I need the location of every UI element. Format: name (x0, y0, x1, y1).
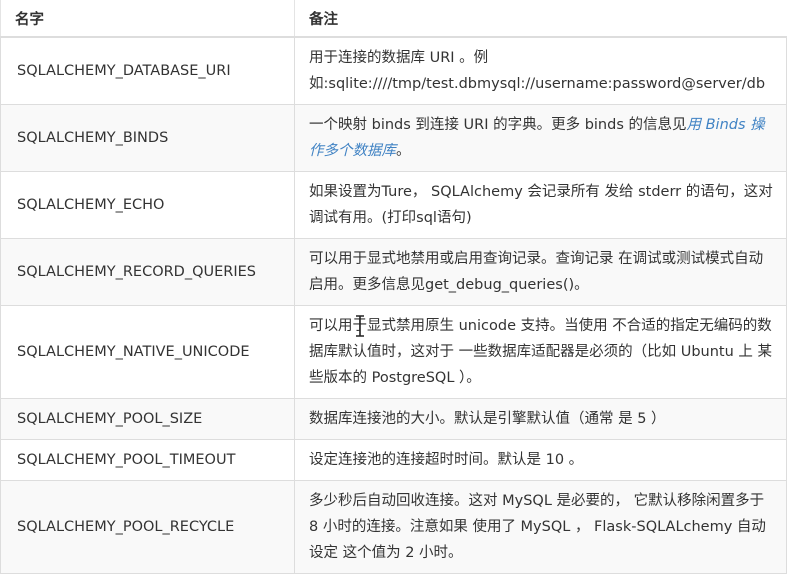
table-row: SQLALCHEMY_RECORD_QUERIES 可以用于显式地禁用或启用查询… (0, 237, 787, 306)
config-key: SQLALCHEMY_NATIVE_UNICODE (0, 304, 295, 399)
table-row: SQLALCHEMY_BINDS 一个映射 binds 到连接 URI 的字典。… (0, 103, 787, 172)
config-note: 数据库连接池的大小。默认是引擎默认值（通常 是 5 ） (294, 397, 787, 440)
table-row: SQLALCHEMY_POOL_SIZE 数据库连接池的大小。默认是引擎默认值（… (0, 397, 787, 440)
config-key: SQLALCHEMY_ECHO (0, 170, 295, 239)
config-note: 可以用于显式地禁用或启用查询记录。查询记录 在调试或测试模式自动启用。更多信息见… (294, 237, 787, 306)
table-row: SQLALCHEMY_ECHO 如果设置为Ture， SQLAlchemy 会记… (0, 170, 787, 239)
config-key: SQLALCHEMY_POOL_TIMEOUT (0, 438, 295, 481)
table-header-row: 名字 备注 (0, 0, 787, 38)
config-note: 多少秒后自动回收连接。这对 MySQL 是必要的， 它默认移除闲置多于 8 小时… (294, 479, 787, 574)
table-row: SQLALCHEMY_POOL_TIMEOUT 设定连接池的连接超时时间。默认是… (0, 438, 787, 481)
config-key: SQLALCHEMY_POOL_RECYCLE (0, 479, 295, 574)
config-note: 一个映射 binds 到连接 URI 的字典。更多 binds 的信息见 (309, 116, 687, 133)
table-row: SQLALCHEMY_DATABASE_URI 用于连接的数据库 URI 。例如… (0, 36, 787, 105)
config-note-container: 一个映射 binds 到连接 URI 的字典。更多 binds 的信息见用 Bi… (294, 103, 787, 172)
table-row: SQLALCHEMY_NATIVE_UNICODE 可以用于显式禁用原生 uni… (0, 304, 787, 399)
header-note: 备注 (294, 0, 787, 38)
config-note: 设定连接池的连接超时时间。默认是 10 。 (294, 438, 787, 481)
config-note-end: 。 (396, 142, 411, 159)
config-note: 用于连接的数据库 URI 。例如:sqlite:////tmp/test.dbm… (294, 36, 787, 105)
config-note: 可以用于显式禁用原生 unicode 支持。当使用 不合适的指定无编码的数据库默… (294, 304, 787, 399)
config-key: SQLALCHEMY_DATABASE_URI (0, 36, 295, 105)
table-row: SQLALCHEMY_POOL_RECYCLE 多少秒后自动回收连接。这对 My… (0, 479, 787, 574)
config-note: 如果设置为Ture， SQLAlchemy 会记录所有 发给 stderr 的语… (294, 170, 787, 239)
config-key: SQLALCHEMY_RECORD_QUERIES (0, 237, 295, 306)
text-cursor-icon (356, 315, 364, 337)
config-key: SQLALCHEMY_BINDS (0, 103, 295, 172)
config-table: 名字 备注 SQLALCHEMY_DATABASE_URI 用于连接的数据库 U… (0, 0, 787, 574)
header-name: 名字 (0, 0, 295, 38)
config-key: SQLALCHEMY_POOL_SIZE (0, 397, 295, 440)
